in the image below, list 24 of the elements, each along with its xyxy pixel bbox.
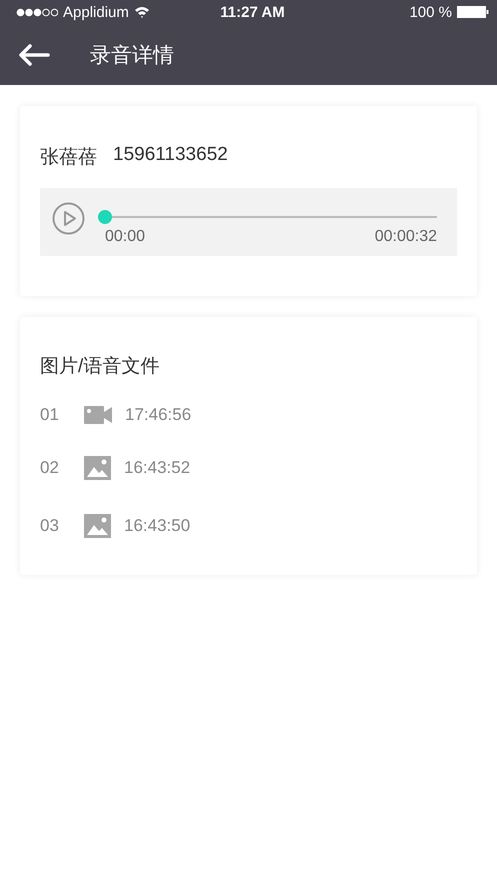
- play-icon[interactable]: [52, 202, 85, 235]
- contact-name: 张蓓蓓: [40, 146, 97, 170]
- back-arrow-icon[interactable]: [18, 44, 50, 66]
- file-time[interactable]: 17:46:56: [125, 405, 192, 425]
- total-duration: 00:00:32: [374, 228, 437, 246]
- battery-percent: 100 %: [409, 4, 452, 20]
- file-time[interactable]: 16:43:50: [124, 516, 190, 536]
- carrier-name: Applidium: [63, 4, 129, 20]
- progress-thumb[interactable]: [98, 210, 112, 224]
- battery-icon: [457, 6, 490, 18]
- image-icon: [84, 456, 111, 480]
- file-time[interactable]: 16:43:52: [124, 458, 190, 478]
- signal-icon: [16, 8, 58, 16]
- elapsed-time: 00:00: [105, 228, 146, 246]
- section-title: 图片/语音文件: [40, 355, 160, 379]
- file-index: 03: [40, 516, 60, 536]
- video-camera-icon: [84, 406, 112, 424]
- status-time: 11:27 AM: [220, 4, 285, 20]
- file-index: 02: [40, 458, 60, 478]
- page-title: 录音详情: [90, 42, 174, 68]
- wifi-icon: [134, 6, 150, 18]
- phone-number: 15961133652: [113, 144, 228, 167]
- image-icon: [84, 514, 111, 538]
- file-index: 01: [40, 405, 60, 425]
